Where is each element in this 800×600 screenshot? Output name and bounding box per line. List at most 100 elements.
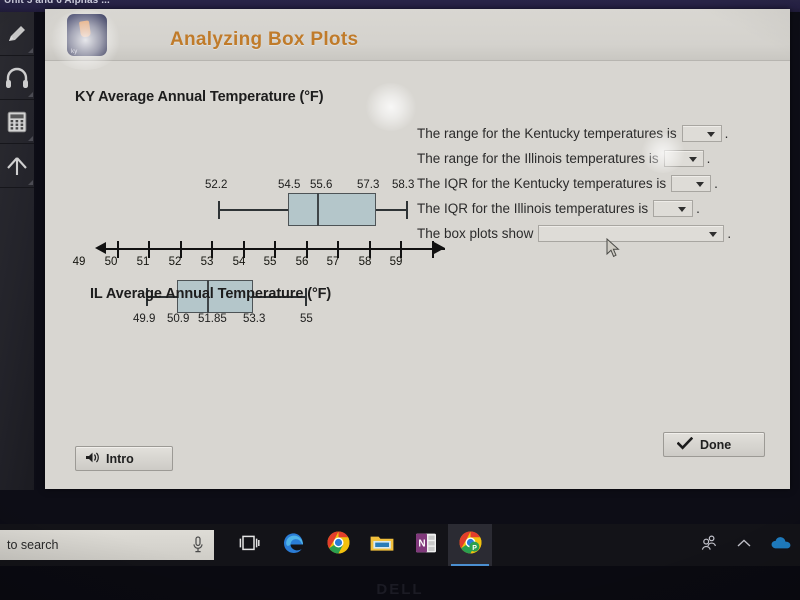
chevron-down-icon bbox=[688, 157, 697, 162]
page-title: Analyzing Box Plots bbox=[170, 29, 359, 50]
axis-tick-label: 53 bbox=[200, 256, 214, 268]
ky-box bbox=[288, 193, 376, 226]
calculator-icon bbox=[7, 111, 27, 133]
intro-button-label: Intro bbox=[106, 451, 134, 466]
axis-tick-label: 52 bbox=[168, 256, 182, 268]
done-button-label: Done bbox=[700, 437, 732, 452]
axis-tick-label: 57 bbox=[326, 256, 340, 268]
monitor-brand-logo: DELL bbox=[376, 581, 424, 598]
edge-button[interactable] bbox=[272, 524, 316, 566]
chrome-icon bbox=[326, 530, 351, 560]
il-q3-label: 53.3 bbox=[243, 313, 266, 325]
speaker-icon bbox=[85, 451, 100, 467]
chrome-active-icon: P bbox=[458, 530, 483, 560]
il-min-label: 49.9 bbox=[133, 313, 156, 325]
chrome-button[interactable] bbox=[316, 524, 360, 566]
mouse-cursor bbox=[606, 237, 620, 263]
system-tray bbox=[700, 524, 792, 566]
screen-photo: Unit 5 and 6 Alphas ... ky Analyzing Box… bbox=[0, 0, 800, 600]
app-header: ky Analyzing Box Plots bbox=[45, 9, 790, 61]
rail-button-calculator[interactable] bbox=[0, 100, 34, 144]
chevron-down-icon bbox=[709, 232, 718, 237]
question-row: The box plots show . bbox=[417, 221, 787, 246]
question-period: . bbox=[706, 151, 711, 166]
question-period: . bbox=[696, 201, 700, 216]
answer-dropdown-il-range[interactable] bbox=[663, 150, 704, 167]
question-period: . bbox=[714, 176, 718, 191]
chevron-up-icon[interactable] bbox=[736, 536, 752, 554]
box-plot-chart: KY Average Annual Temperature (°F) 52.2 … bbox=[45, 61, 445, 381]
check-icon bbox=[676, 436, 694, 453]
il-max-label: 55 bbox=[300, 313, 313, 325]
question-text: The box plots show bbox=[417, 226, 534, 241]
svg-text:P: P bbox=[472, 545, 477, 552]
question-period: . bbox=[727, 226, 732, 241]
rail-button-audio[interactable] bbox=[0, 56, 34, 100]
question-period: . bbox=[724, 126, 729, 141]
axis-tick-label: 50 bbox=[104, 256, 118, 268]
app-logo-label: ky bbox=[71, 49, 78, 55]
question-text: The range for the Kentucky temperatures … bbox=[417, 126, 677, 141]
microphone-icon[interactable] bbox=[192, 536, 204, 557]
axis-tick-label: 54 bbox=[232, 256, 246, 268]
answer-dropdown-ky-range[interactable] bbox=[681, 125, 722, 142]
axis-tick-label: 59 bbox=[389, 256, 403, 268]
chart-title-kentucky: KY Average Annual Temperature (°F) bbox=[75, 89, 324, 105]
question-row: The IQR for the Illinois temperatures is… bbox=[417, 196, 787, 221]
rail-button-highlighter[interactable] bbox=[0, 12, 34, 56]
question-row: The IQR for the Kentucky temperatures is… bbox=[417, 171, 787, 196]
ky-max-cap bbox=[406, 201, 408, 219]
axis-tick-label: 51 bbox=[136, 256, 150, 268]
answer-dropdown-ky-iqr[interactable] bbox=[671, 175, 712, 192]
windows-taskbar: to search N P bbox=[0, 524, 800, 566]
ky-q1-label: 54.5 bbox=[278, 179, 301, 191]
ky-min-cap bbox=[218, 201, 220, 219]
tool-rail bbox=[0, 12, 34, 490]
chevron-down-icon bbox=[706, 132, 715, 137]
rail-button-scroll-up[interactable] bbox=[0, 144, 34, 188]
ky-max-label: 58.3 bbox=[392, 179, 415, 191]
done-button[interactable]: Done bbox=[663, 432, 765, 457]
intro-button[interactable]: Intro bbox=[75, 446, 173, 471]
chevron-down-icon bbox=[678, 207, 687, 212]
answer-dropdown-il-iqr[interactable] bbox=[653, 200, 694, 217]
file-explorer-icon bbox=[369, 532, 395, 559]
question-text: The range for the Illinois temperatures … bbox=[417, 151, 659, 166]
ky-upper-whisker bbox=[376, 209, 407, 211]
svg-text:N: N bbox=[418, 538, 425, 549]
app-body: KY Average Annual Temperature (°F) 52.2 … bbox=[45, 61, 790, 489]
search-placeholder: to search bbox=[7, 538, 59, 552]
ky-median-label: 55.6 bbox=[310, 179, 333, 191]
browser-tab-title: Unit 5 and 6 Alphas ... bbox=[4, 0, 110, 6]
task-view-button[interactable] bbox=[228, 524, 272, 566]
axis-tick-label: 58 bbox=[358, 256, 372, 268]
file-explorer-button[interactable] bbox=[360, 524, 404, 566]
highlighter-icon bbox=[6, 23, 28, 45]
questions-panel: The range for the Kentucky temperatures … bbox=[417, 121, 787, 246]
arrow-up-icon bbox=[5, 155, 29, 177]
ky-median-line bbox=[317, 193, 319, 226]
chrome-active-button[interactable]: P bbox=[448, 524, 492, 566]
app-logo-mark bbox=[78, 20, 92, 38]
answer-dropdown-comparison[interactable] bbox=[538, 225, 725, 242]
axis-tick-label: 56 bbox=[295, 256, 309, 268]
question-row: The range for the Illinois temperatures … bbox=[417, 146, 787, 171]
onenote-icon: N bbox=[414, 532, 438, 559]
search-input[interactable]: to search bbox=[0, 530, 214, 560]
axis-tick-label: 49 bbox=[72, 256, 86, 268]
question-text: The IQR for the Illinois temperatures is bbox=[417, 201, 649, 216]
onenote-button[interactable]: N bbox=[404, 524, 448, 566]
monitor-bezel: DELL bbox=[0, 566, 800, 600]
ky-min-label: 52.2 bbox=[205, 179, 228, 191]
il-q1-label: 50.9 bbox=[167, 313, 190, 325]
question-row: The range for the Kentucky temperatures … bbox=[417, 121, 787, 146]
headphones-icon bbox=[5, 67, 29, 89]
question-text: The IQR for the Kentucky temperatures is bbox=[417, 176, 667, 191]
onedrive-icon[interactable] bbox=[770, 536, 792, 555]
people-icon[interactable] bbox=[700, 535, 718, 556]
chevron-down-icon bbox=[696, 182, 705, 187]
app-window: ky Analyzing Box Plots KY Average Annual… bbox=[45, 9, 790, 489]
axis-tick-label: 55 bbox=[263, 256, 277, 268]
il-median-label: 51.85 bbox=[198, 313, 227, 325]
ky-lower-whisker bbox=[218, 209, 288, 211]
